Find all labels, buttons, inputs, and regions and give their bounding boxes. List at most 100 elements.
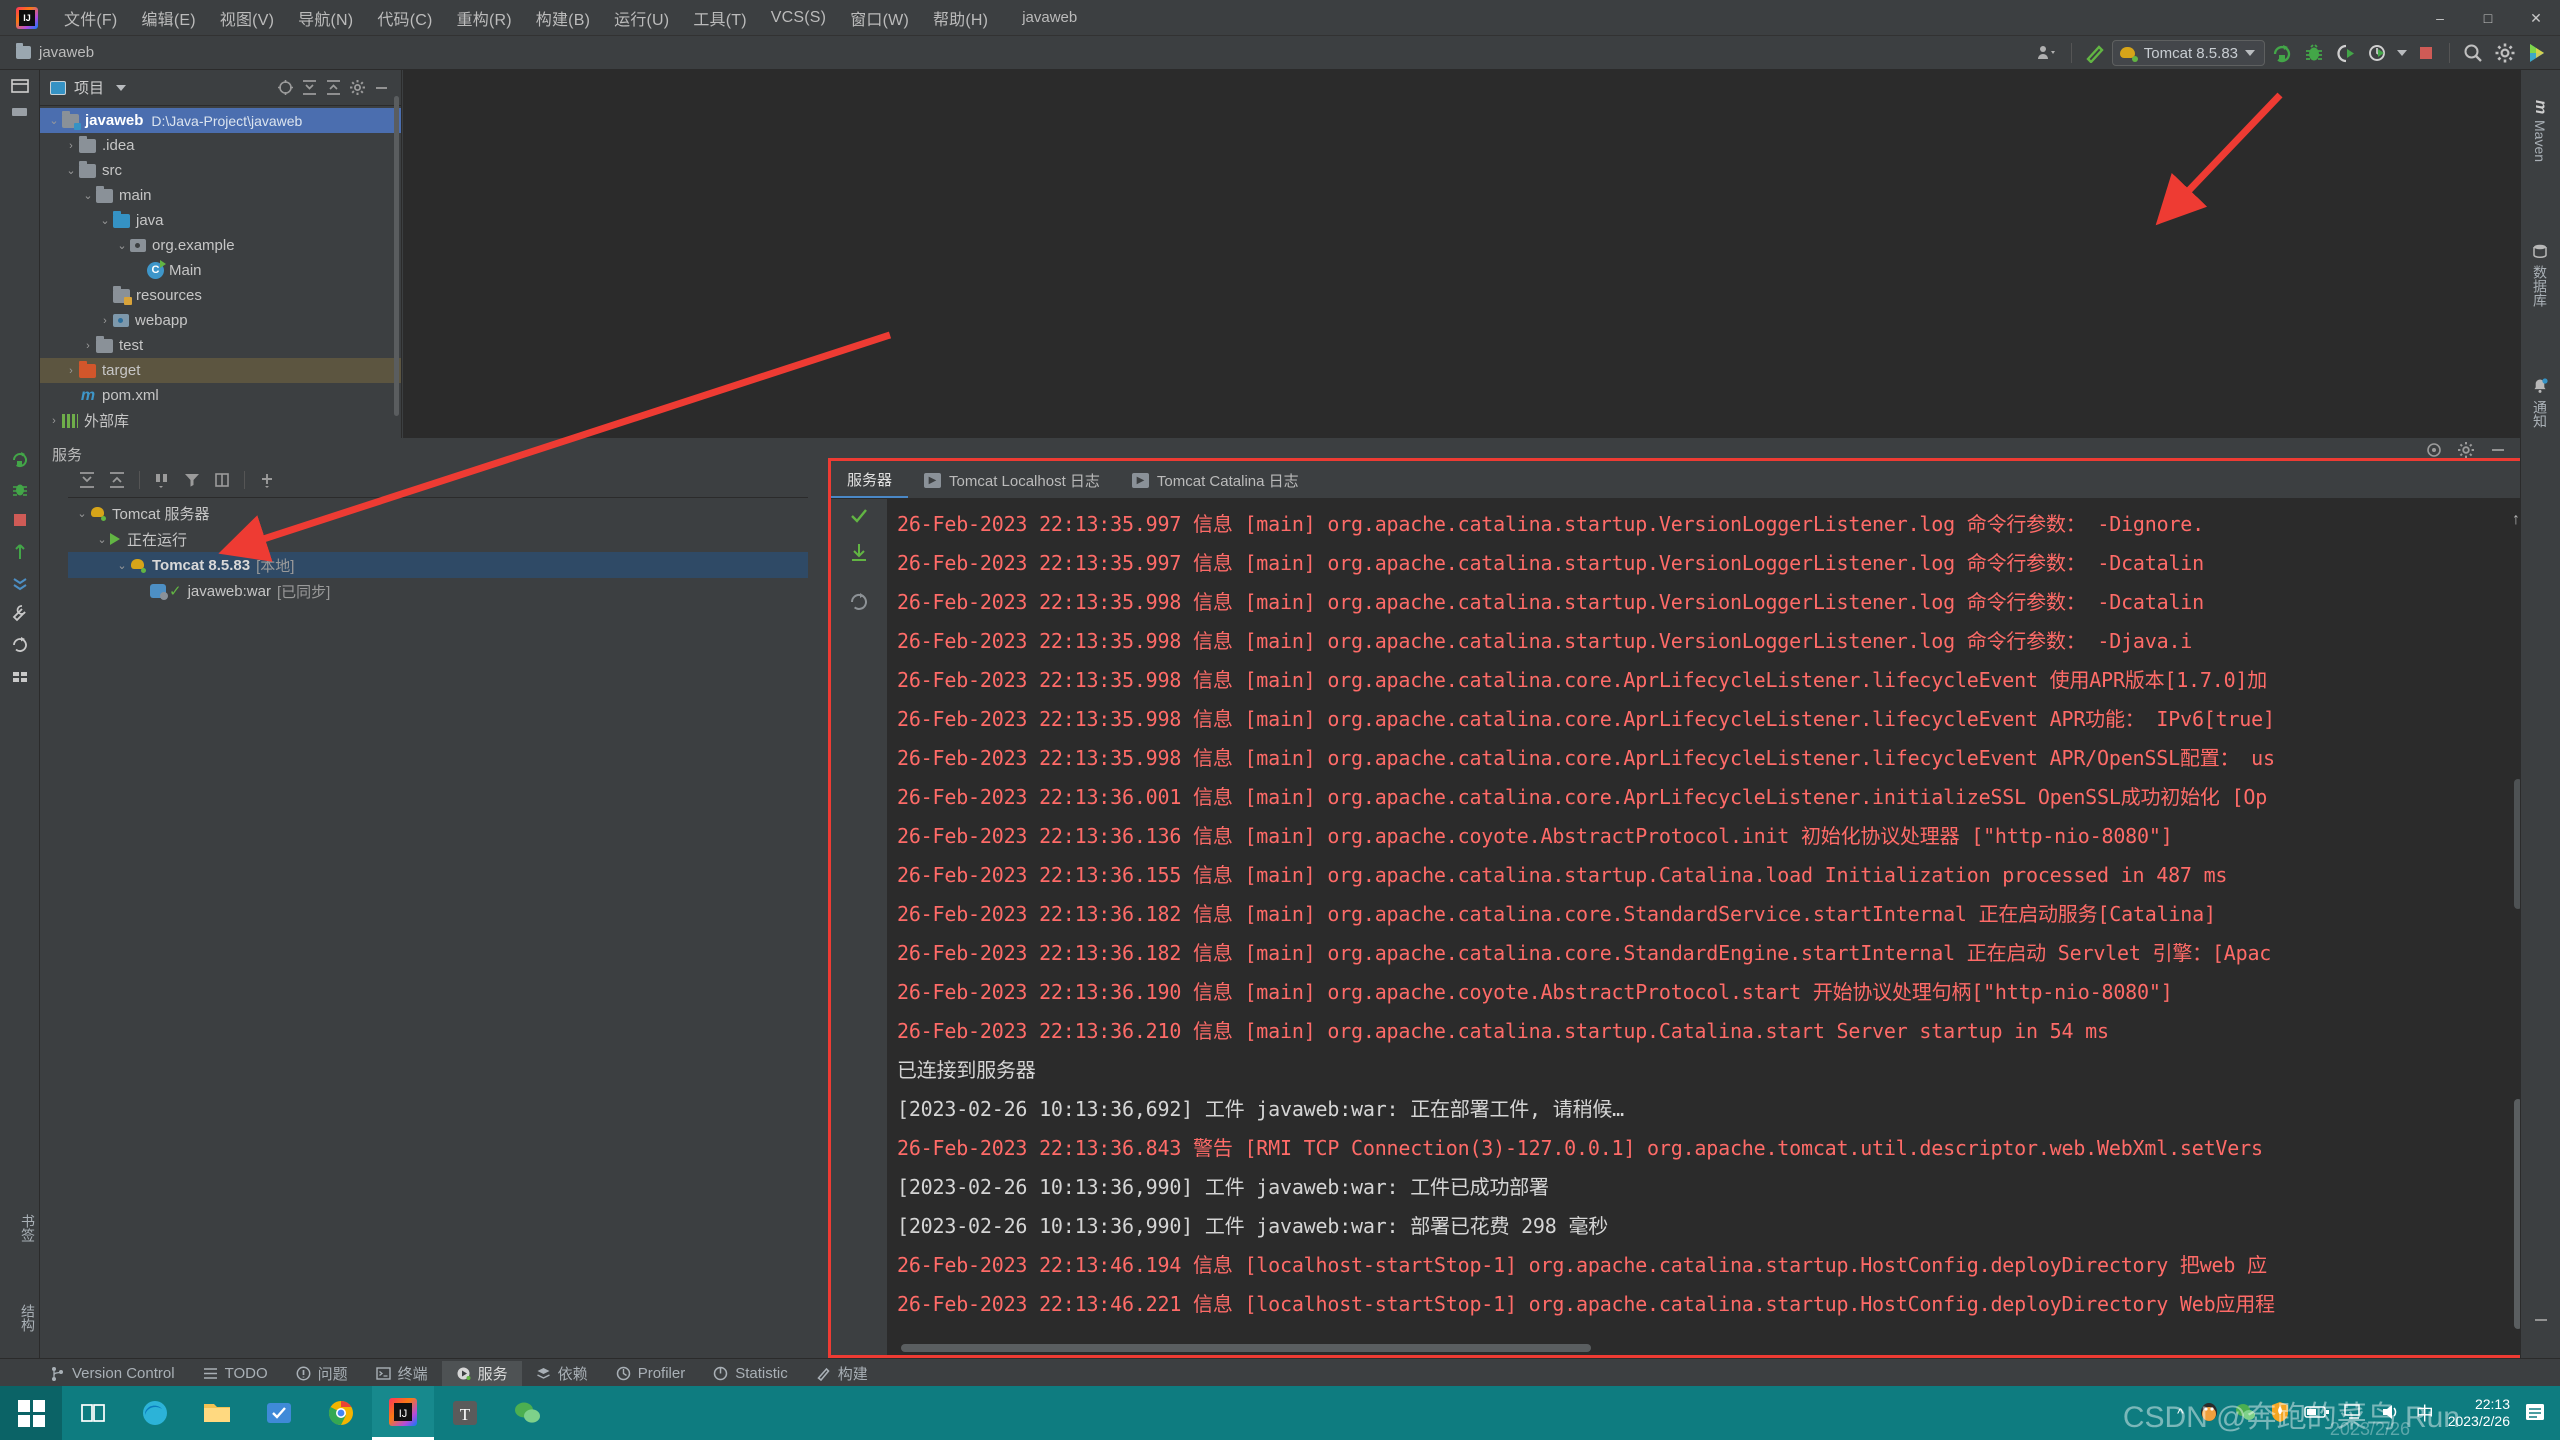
status-tool-button-依赖[interactable]: 依赖 bbox=[522, 1361, 602, 1387]
tree-row[interactable]: ⌄ java bbox=[40, 208, 401, 233]
group-icon[interactable] bbox=[149, 467, 175, 493]
wechat-tray-icon[interactable] bbox=[2234, 1402, 2256, 1425]
services-tree[interactable]: ⌄ Tomcat 服务器 ⌄ 正在运行 ⌄ Tomcat 8.5.83 [本地] ✓ javaw… bbox=[68, 500, 808, 822]
chevron-icon[interactable]: › bbox=[63, 140, 79, 152]
run-with-coverage-icon[interactable] bbox=[2331, 39, 2361, 67]
services-grid-icon[interactable] bbox=[10, 667, 30, 687]
stop-icon[interactable] bbox=[2411, 39, 2441, 67]
scroll-to-end-icon[interactable] bbox=[848, 541, 870, 563]
menu-item-8[interactable]: 工具(T) bbox=[681, 2, 758, 34]
menu-item-5[interactable]: 重构(R) bbox=[445, 2, 524, 34]
edge-icon[interactable] bbox=[124, 1386, 186, 1440]
status-tool-button-终端[interactable]: 终端 bbox=[362, 1361, 442, 1387]
rerun-icon[interactable] bbox=[848, 591, 870, 613]
services-rerun-icon[interactable] bbox=[10, 450, 30, 470]
filter-icon[interactable] bbox=[179, 467, 205, 493]
show-options-icon[interactable] bbox=[209, 467, 235, 493]
tree-row[interactable]: m pom.xml bbox=[40, 383, 401, 408]
tree-row[interactable]: Main bbox=[40, 258, 401, 283]
menu-item-7[interactable]: 运行(U) bbox=[602, 2, 681, 34]
search-everywhere-icon[interactable] bbox=[2458, 39, 2488, 67]
sidebar-item-bookmarks[interactable]: 书签 bbox=[2, 1206, 38, 1250]
user-dropdown-icon[interactable] bbox=[2033, 39, 2063, 67]
chevron-icon[interactable]: ⌄ bbox=[46, 114, 62, 127]
locate-icon[interactable] bbox=[273, 76, 297, 100]
scroll-up-icon[interactable]: ↑ bbox=[2512, 511, 2520, 529]
idea-icon[interactable]: IJ bbox=[372, 1386, 434, 1440]
rerun-icon[interactable] bbox=[2267, 39, 2297, 67]
sidebar-item-structure[interactable]: 结构 bbox=[2, 1296, 38, 1340]
chevron-icon[interactable]: › bbox=[63, 365, 79, 377]
sidebar-item-database[interactable]: 数据库 bbox=[2522, 235, 2558, 315]
services-debug-icon[interactable] bbox=[10, 480, 30, 500]
chevron-icon[interactable]: ⌄ bbox=[63, 164, 79, 177]
sidebar-item-maven[interactable]: m Maven bbox=[2522, 92, 2558, 170]
run-configuration-selector[interactable]: Tomcat 8.5.83 bbox=[2111, 40, 2265, 66]
status-tool-button-profiler[interactable]: Profiler bbox=[602, 1361, 700, 1387]
project-scrollbar[interactable] bbox=[394, 96, 399, 416]
services-tree-row[interactable]: ⌄ 正在运行 bbox=[68, 526, 808, 552]
status-tool-button-构建[interactable]: 构建 bbox=[802, 1361, 882, 1387]
services-redeploy-icon[interactable] bbox=[10, 542, 30, 562]
menu-item-3[interactable]: 导航(N) bbox=[286, 2, 365, 34]
chevron-icon[interactable]: ⌄ bbox=[74, 507, 90, 520]
tree-row[interactable]: › .idea bbox=[40, 133, 401, 158]
services-tree-row[interactable]: ⌄ Tomcat 8.5.83 [本地] bbox=[68, 552, 808, 578]
taskbar-clock[interactable]: 22:13 2023/2/26 bbox=[2448, 1396, 2510, 1431]
services-tree-row[interactable]: ✓ javaweb:war [已同步] bbox=[68, 578, 808, 604]
status-tool-button-服务[interactable]: 服务 bbox=[441, 1360, 522, 1387]
expand-all-icon[interactable] bbox=[297, 76, 321, 100]
maximize-button[interactable]: □ bbox=[2464, 0, 2512, 36]
network-icon[interactable] bbox=[2343, 1403, 2366, 1424]
chevron-icon[interactable]: ⌄ bbox=[114, 559, 130, 572]
tree-row[interactable]: › target bbox=[40, 358, 401, 383]
add-icon[interactable] bbox=[254, 467, 280, 493]
chevron-icon[interactable]: › bbox=[80, 340, 96, 352]
console-tab-1[interactable]: ▶ Tomcat Localhost 日志 bbox=[908, 462, 1116, 498]
menu-item-6[interactable]: 构建(B) bbox=[524, 2, 602, 34]
tree-row[interactable]: ⌄ src bbox=[40, 158, 401, 183]
hide-icon[interactable] bbox=[2531, 1310, 2551, 1330]
profiler-icon[interactable] bbox=[2363, 39, 2393, 67]
console-output[interactable]: 26-Feb-2023 22:13:35.997 信息 [main] org.a… bbox=[887, 499, 2525, 1355]
collapse-all-icon[interactable] bbox=[104, 467, 130, 493]
menu-item-0[interactable]: 文件(F) bbox=[52, 2, 129, 34]
services-settings-icon[interactable] bbox=[10, 572, 30, 592]
chevron-icon[interactable]: ⌄ bbox=[97, 214, 113, 227]
services-stop-icon[interactable] bbox=[10, 510, 30, 530]
status-tool-button-todo[interactable]: TODO bbox=[189, 1361, 282, 1387]
ime-icon[interactable]: 中 bbox=[2416, 1400, 2434, 1426]
start-icon[interactable] bbox=[0, 1386, 62, 1440]
chevron-up-icon[interactable]: ^ bbox=[2177, 1405, 2184, 1421]
typora-icon[interactable]: T bbox=[434, 1386, 496, 1440]
notification-center-icon[interactable] bbox=[2524, 1402, 2546, 1425]
project-tree[interactable]: ⌄ javaweb D:\Java-Project\javaweb › .idea ⌄ sr… bbox=[40, 106, 401, 433]
chevron-icon[interactable]: ⌄ bbox=[114, 239, 130, 252]
task-view-icon[interactable] bbox=[62, 1386, 124, 1440]
commit-tab-icon[interactable] bbox=[10, 102, 30, 122]
app-icon[interactable] bbox=[248, 1386, 310, 1440]
file-explorer-icon[interactable] bbox=[186, 1386, 248, 1440]
minimize-button[interactable]: – bbox=[2416, 0, 2464, 36]
battery-icon[interactable] bbox=[2303, 1404, 2330, 1423]
tree-row[interactable]: resources bbox=[40, 283, 401, 308]
debug-bug-icon[interactable] bbox=[2299, 39, 2329, 67]
console-horizontal-scrollbar[interactable] bbox=[887, 1341, 2525, 1355]
shield-icon[interactable] bbox=[2270, 1401, 2290, 1426]
hide-icon[interactable] bbox=[369, 76, 393, 100]
console-tab-0[interactable]: 服务器 bbox=[831, 462, 909, 498]
tree-row[interactable]: › webapp bbox=[40, 308, 401, 333]
console-tab-2[interactable]: ▶ Tomcat Catalina 日志 bbox=[1116, 462, 1315, 498]
chevron-down-icon[interactable] bbox=[116, 84, 127, 91]
settings-gear-icon[interactable] bbox=[345, 76, 369, 100]
qq-icon[interactable] bbox=[2198, 1401, 2220, 1426]
ide-assistant-icon[interactable] bbox=[2522, 39, 2552, 67]
wechat-icon[interactable] bbox=[496, 1386, 558, 1440]
status-tool-button-statistic[interactable]: Statistic bbox=[699, 1361, 802, 1387]
tree-row[interactable]: ⌄ main bbox=[40, 183, 401, 208]
collapse-all-icon[interactable] bbox=[321, 76, 345, 100]
close-button[interactable]: ✕ bbox=[2512, 0, 2560, 36]
console-settings-icon[interactable] bbox=[2422, 438, 2446, 462]
hide-icon[interactable] bbox=[2486, 438, 2510, 462]
settings-gear-icon[interactable] bbox=[2454, 438, 2478, 462]
